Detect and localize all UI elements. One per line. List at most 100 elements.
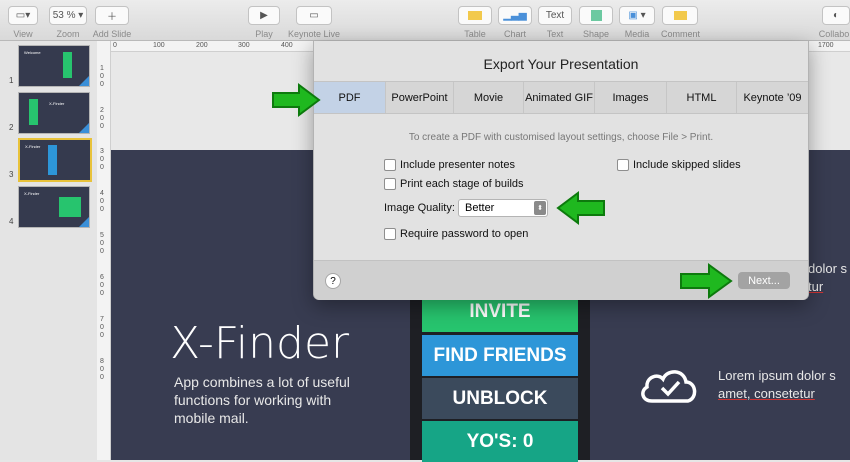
ruler-tick: 0 bbox=[100, 282, 104, 289]
slide-description[interactable]: App combines a lot of useful functions f… bbox=[174, 373, 374, 427]
ruler-tick: 0 bbox=[100, 324, 104, 331]
text-icon[interactable]: Text bbox=[538, 6, 572, 25]
table-button[interactable]: Table bbox=[458, 6, 492, 39]
collaborate-button[interactable]: ◐ Collabo bbox=[818, 6, 850, 39]
text-button[interactable]: Text Text bbox=[538, 6, 572, 39]
checkbox[interactable] bbox=[384, 228, 396, 240]
ruler-tick: 7 bbox=[100, 316, 104, 323]
view-icon[interactable]: ▭▾ bbox=[8, 6, 38, 25]
lorem-text-2[interactable]: Lorem ipsum dolor s amet, consetetur bbox=[718, 367, 836, 403]
ruler-tick: 300 bbox=[238, 42, 250, 49]
tab-keynote-09[interactable]: Keynote ’09 bbox=[737, 82, 808, 113]
chart-button[interactable]: ▁▃▅ Chart bbox=[498, 6, 532, 39]
zoom-select[interactable]: 53 % ▾ bbox=[49, 6, 87, 25]
thumb-phone bbox=[29, 99, 38, 125]
ruler-tick: 0 bbox=[100, 240, 104, 247]
require-password-option[interactable]: Require password to open bbox=[384, 228, 528, 240]
tab-powerpoint[interactable]: PowerPoint bbox=[386, 82, 454, 113]
media-button[interactable]: ▣ ▾ Media bbox=[619, 6, 655, 39]
pdf-info-text: To create a PDF with customised layout s… bbox=[408, 132, 714, 143]
add-slide-label: Add Slide bbox=[92, 29, 132, 39]
slide-thumbnail-1[interactable]: Welcome bbox=[18, 45, 90, 87]
media-label: Media bbox=[624, 29, 650, 39]
plus-icon[interactable]: ＋ bbox=[95, 6, 129, 25]
thumb-corner bbox=[79, 217, 89, 227]
tab-movie[interactable]: Movie bbox=[454, 82, 524, 113]
option-label: Print each stage of builds bbox=[400, 178, 524, 190]
comment-icon[interactable] bbox=[662, 6, 698, 25]
export-dialog: Export Your Presentation PDF PowerPoint … bbox=[313, 41, 809, 300]
slide-number: 3 bbox=[9, 170, 14, 179]
toolbar: ▭▾ View 53 % ▾ Zoom ＋ Add Slide ▶ Play ▭… bbox=[0, 0, 850, 41]
option-label: Include presenter notes bbox=[400, 159, 515, 171]
shape-button[interactable]: Shape bbox=[579, 6, 613, 39]
slide-thumbnail-3[interactable]: X-Finder bbox=[18, 138, 92, 182]
checkbox[interactable] bbox=[384, 159, 396, 171]
view-label: View bbox=[13, 29, 33, 39]
keynote-live-button[interactable]: ▭ Keynote Live bbox=[287, 6, 341, 39]
slide-thumbnail-2[interactable]: X-Finder bbox=[18, 92, 90, 134]
tab-images[interactable]: Images bbox=[595, 82, 667, 113]
shape-icon[interactable] bbox=[579, 6, 613, 25]
lorem-text-1[interactable]: dolor s tur bbox=[808, 260, 847, 296]
find-friends-button[interactable]: FIND FRIENDS bbox=[422, 335, 578, 376]
ruler-tick: 0 bbox=[100, 366, 104, 373]
option-label: Include skipped slides bbox=[633, 159, 741, 171]
play-icon[interactable]: ▶ bbox=[248, 6, 280, 25]
comment-button[interactable]: Comment bbox=[661, 6, 701, 39]
dialog-footer: ? Next... bbox=[314, 260, 808, 300]
media-icon[interactable]: ▣ ▾ bbox=[619, 6, 655, 25]
slide-thumb-title: Welcome bbox=[24, 50, 41, 55]
comment-label: Comment bbox=[661, 29, 701, 39]
ruler-tick: 0 bbox=[100, 81, 104, 88]
slide-number: 4 bbox=[9, 217, 14, 226]
include-skipped-slides-option[interactable]: Include skipped slides bbox=[617, 159, 741, 171]
slide-thumbnail-4[interactable]: X-Finder bbox=[18, 186, 90, 228]
keynote-live-icon[interactable]: ▭ bbox=[296, 6, 332, 25]
slide-number: 2 bbox=[9, 123, 14, 132]
unblock-button[interactable]: UNBLOCK bbox=[422, 378, 578, 419]
image-quality-select[interactable]: Better ⬍ bbox=[458, 199, 548, 217]
ruler-tick: 1 bbox=[100, 65, 104, 72]
ruler-tick: 5 bbox=[100, 232, 104, 239]
ruler-tick: 3 bbox=[100, 148, 104, 155]
ruler-tick: 200 bbox=[196, 42, 208, 49]
ruler-tick: 0 bbox=[100, 156, 104, 163]
ruler-tick: 0 bbox=[100, 206, 104, 213]
table-icon[interactable] bbox=[458, 6, 492, 25]
cloud-check-icon bbox=[641, 370, 697, 403]
checkbox[interactable] bbox=[617, 159, 629, 171]
zoom-control[interactable]: 53 % ▾ Zoom bbox=[49, 6, 87, 39]
option-label: Require password to open bbox=[400, 228, 529, 240]
include-presenter-notes-option[interactable]: Include presenter notes bbox=[384, 159, 515, 171]
keynote-live-label: Keynote Live bbox=[287, 29, 341, 39]
vertical-ruler[interactable]: 1 0 0 2 0 0 3 0 0 4 0 0 5 0 0 6 0 0 7 0 … bbox=[97, 41, 111, 460]
tab-pdf[interactable]: PDF bbox=[314, 82, 386, 113]
ruler-tick: 0 bbox=[100, 332, 104, 339]
play-button[interactable]: ▶ Play bbox=[248, 6, 280, 39]
tab-animated-gif[interactable]: Animated GIF bbox=[524, 82, 595, 113]
print-builds-option[interactable]: Print each stage of builds bbox=[384, 178, 524, 190]
add-slide-button[interactable]: ＋ Add Slide bbox=[92, 6, 132, 39]
yos-button[interactable]: YO'S: 0 bbox=[422, 421, 578, 462]
tab-html[interactable]: HTML bbox=[667, 82, 737, 113]
collaborate-icon[interactable]: ◐ bbox=[822, 6, 850, 25]
ruler-tick: 1700 bbox=[818, 42, 834, 49]
slide-thumb-title: X-Finder bbox=[25, 144, 41, 149]
checkbox[interactable] bbox=[384, 178, 396, 190]
slide-title[interactable]: X-Finder bbox=[170, 318, 349, 369]
thumb-corner bbox=[79, 76, 89, 86]
view-control[interactable]: ▭▾ View bbox=[8, 6, 38, 39]
ruler-tick: 4 bbox=[100, 190, 104, 197]
slide-number: 1 bbox=[9, 76, 14, 85]
next-button[interactable]: Next... bbox=[738, 272, 790, 289]
chart-icon[interactable]: ▁▃▅ bbox=[498, 6, 532, 25]
image-quality-label: Image Quality: bbox=[384, 202, 455, 214]
ruler-tick: 0 bbox=[100, 115, 104, 122]
thumb-corner bbox=[79, 123, 89, 133]
thumb-phone bbox=[59, 197, 81, 217]
help-button[interactable]: ? bbox=[325, 273, 341, 289]
zoom-label: Zoom bbox=[56, 29, 80, 39]
ruler-tick: 0 bbox=[100, 123, 104, 130]
updown-chevron-icon: ⬍ bbox=[534, 201, 546, 215]
